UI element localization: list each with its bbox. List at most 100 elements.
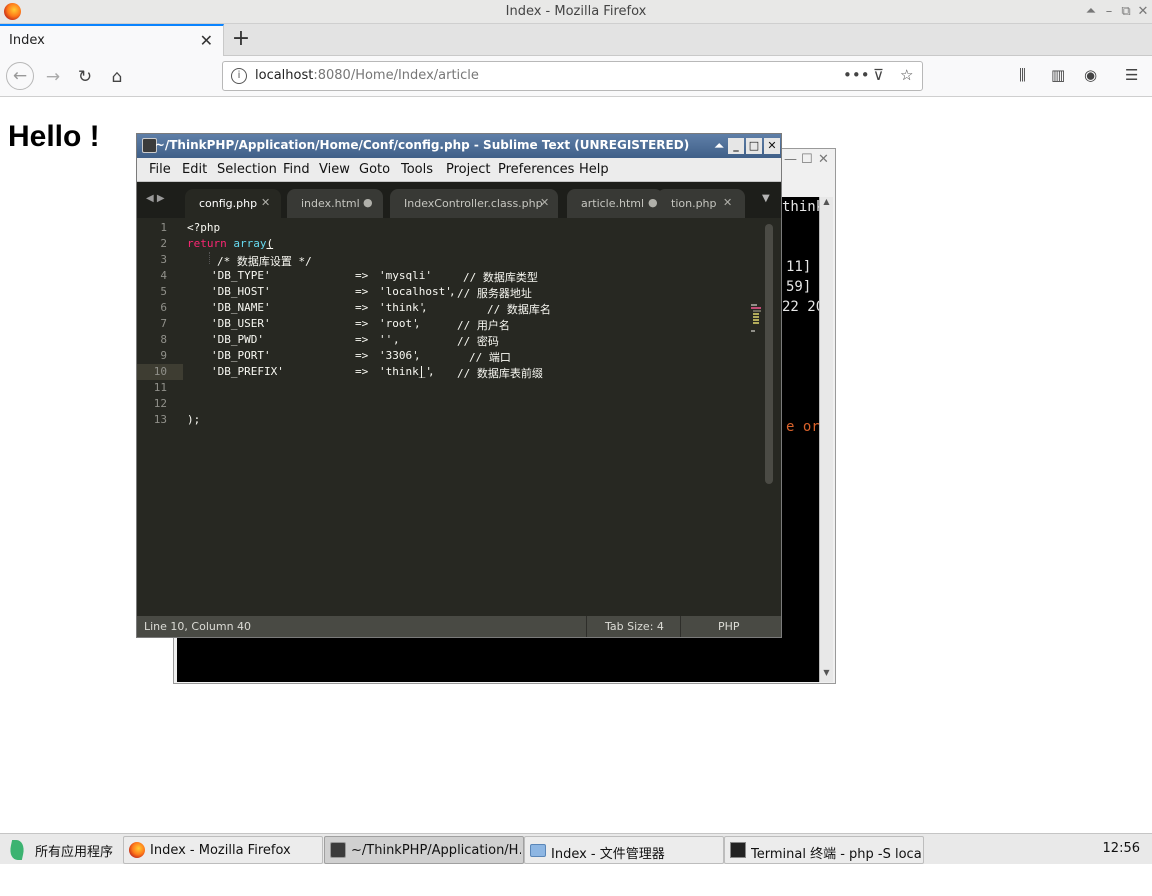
code-comment: // 密码 [457,335,499,348]
terminal-maximize-icon[interactable]: ☐ [801,152,813,167]
menu-view[interactable]: View [319,162,350,177]
scroll-down-icon[interactable]: ▼ [820,668,833,682]
comma-token: , [414,317,421,330]
library-icon[interactable]: ⫼ [1019,66,1026,84]
tab-close-icon[interactable]: ✕ [723,196,732,209]
clock[interactable]: 12:56 [1103,841,1140,856]
taskbar-item-file-manager[interactable]: Index - 文件管理器 [524,836,724,864]
minimap[interactable] [751,304,763,344]
bookmark-star-icon[interactable]: ☆ [900,66,913,84]
minimize-icon[interactable]: _ [728,138,744,154]
shade-icon[interactable]: ⏶ [711,138,727,154]
menu-file[interactable]: File [149,162,171,177]
indent-guide [209,252,210,264]
url-text[interactable]: localhost:8080/Home/Index/article [255,68,479,83]
sublime-window[interactable]: ~/ThinkPHP/Application/Home/Conf/config.… [136,133,782,638]
function-token: array [233,237,267,250]
close-tab-icon[interactable]: ✕ [200,31,213,50]
taskbar-item-firefox[interactable]: Index - Mozilla Firefox [123,836,323,864]
folder-icon [530,844,546,857]
scroll-up-icon[interactable]: ▲ [820,197,833,211]
menu-find[interactable]: Find [283,162,310,177]
line-number: 9 [160,349,167,362]
menu-tools[interactable]: Tools [401,162,433,177]
config-key: 'DB_NAME' [211,301,271,314]
paren-token: ( [266,237,274,250]
line-number: 4 [160,269,167,282]
menu-goto[interactable]: Goto [359,162,390,177]
forward-arrow-icon[interactable]: → [40,64,66,90]
cursor-position: Line 10, Column 40 [144,620,252,633]
close-icon[interactable]: ✕ [764,138,780,154]
menu-preferences[interactable]: Preferences [498,162,574,177]
maximize-icon[interactable]: □ [746,138,762,154]
syntax-selector[interactable]: PHP [718,620,740,633]
back-arrow-icon[interactable]: ← [6,62,34,90]
status-bar: Line 10, Column 40 Tab Size: 4 PHP [137,616,781,637]
line-number: 6 [160,301,167,314]
terminal-line: e or [786,419,820,435]
editor-tab-indexcontroller[interactable]: IndexController.class.php ✕ [390,189,558,218]
reload-icon[interactable]: ↻ [72,64,98,90]
navigation-toolbar: ← → ↻ ⌂ i localhost:8080/Home/Index/arti… [0,56,1152,97]
page-actions-icon[interactable]: ••• [843,66,870,84]
taskbar-item-terminal[interactable]: Terminal 终端 - php -S local… [724,836,924,864]
line-number: 13 [153,413,167,426]
site-info-icon[interactable]: i [231,68,247,84]
arrow-operator: => [355,333,369,346]
terminal-scrollbar[interactable]: ▲ ▼ [819,197,833,682]
tab-index[interactable]: Index ✕ [0,24,224,56]
applications-menu-label: 所有应用程序 [35,845,114,860]
status-divider [586,616,587,637]
tab-scroll-arrows-icon[interactable]: ◀ ▶ [146,193,165,204]
arrow-operator: => [355,285,369,298]
terminal-close-icon[interactable]: ✕ [818,152,829,167]
editor-tab-partial[interactable]: tion.php ✕ [657,189,745,218]
taskbar-item-sublime[interactable]: ~/ThinkPHP/Application/H… [324,836,524,864]
config-key: 'DB_PREFIX' [211,365,284,378]
menu-selection[interactable]: Selection [217,162,277,177]
tab-close-icon[interactable]: ✕ [540,196,549,209]
taskbar: 所有应用程序 Index - Mozilla Firefox ~/ThinkPH… [0,833,1152,864]
terminal-minimize-icon[interactable]: — [784,152,797,167]
new-tab-icon[interactable]: + [230,26,252,51]
editor-scrollbar[interactable] [765,224,773,484]
shade-icon[interactable]: ⏶ [1083,4,1099,19]
comma-token: , [414,349,421,362]
sublime-title: ~/ThinkPHP/Application/Home/Conf/config.… [154,138,690,152]
code-line: ); [187,413,201,426]
account-icon[interactable]: ◉ [1084,66,1097,84]
taskbar-item-label: Index - Mozilla Firefox [150,843,291,858]
code-area[interactable]: <?php return array( /* 数据库设置 */ 'DB_TYPE… [183,218,763,616]
url-bar[interactable]: i localhost:8080/Home/Index/article ••• … [222,61,923,91]
minimize-icon[interactable]: – [1101,4,1117,19]
hamburger-menu-icon[interactable]: ☰ [1125,66,1138,84]
page-heading: Hello ! [8,120,100,153]
menu-help[interactable]: Help [579,162,609,177]
comma-token: , [428,365,435,378]
editor-tab-index-html[interactable]: index.html ● [287,189,383,218]
firefox-icon [129,842,145,858]
editor-tab-config[interactable]: config.php ✕ [185,189,281,218]
url-path: :8080/Home/Index/article [313,68,479,83]
editor-tab-bar: ◀ ▶ config.php ✕ index.html ● IndexContr… [137,182,781,218]
sublime-icon [330,842,346,858]
text-cursor [421,365,422,378]
window-title: Index - Mozilla Firefox [505,4,647,19]
editor-tab-article-html[interactable]: article.html ● [567,189,663,218]
pocket-icon[interactable]: ⊽ [873,66,884,84]
tab-modified-dot-icon[interactable]: ● [363,196,373,209]
menu-project[interactable]: Project [446,162,490,177]
maximize-icon[interactable]: ⧉ [1118,4,1134,19]
tab-close-icon[interactable]: ✕ [261,196,270,209]
menu-edit[interactable]: Edit [182,162,207,177]
home-icon[interactable]: ⌂ [104,64,130,90]
terminal-line: think [782,199,825,215]
sidebar-icon[interactable]: ▥ [1051,66,1065,84]
tab-list-dropdown-icon[interactable]: ▼ [762,193,770,204]
close-window-icon[interactable]: ✕ [1135,4,1151,19]
keyword-token: return [187,237,227,250]
config-key: 'DB_USER' [211,317,271,330]
tab-size-selector[interactable]: Tab Size: 4 [605,620,664,633]
config-value: 'think' [379,301,426,314]
